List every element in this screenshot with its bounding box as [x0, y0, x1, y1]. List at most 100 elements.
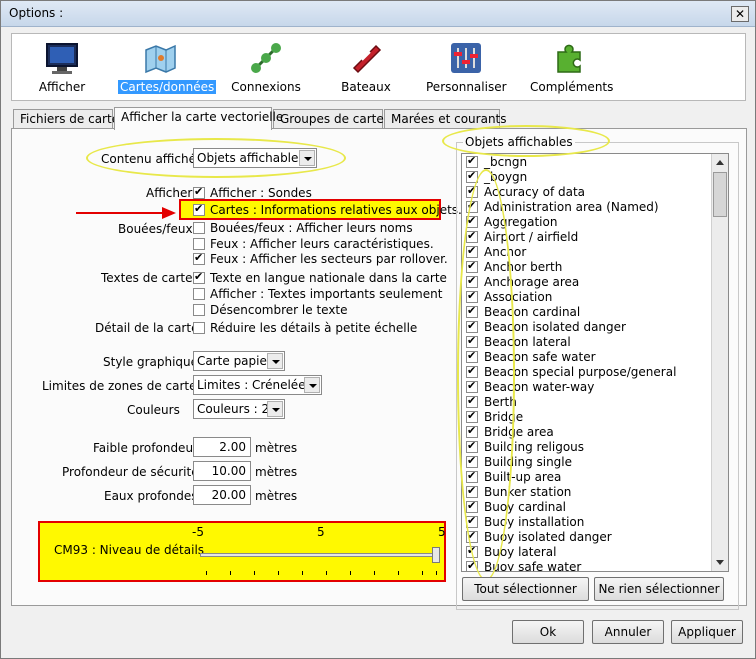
object-checkbox[interactable] — [466, 439, 478, 453]
tab-fichiers-de-carte[interactable]: Fichiers de carte — [13, 109, 119, 129]
object-checkbox[interactable] — [466, 169, 478, 183]
select-all-button[interactable]: Tout sélectionner — [462, 577, 589, 601]
object-checkbox[interactable] — [466, 289, 478, 303]
toolbar-personnaliser[interactable]: Personnaliser — [424, 40, 508, 94]
limites-value: Limites : Crénelées — [197, 378, 312, 392]
desencombrer-checkbox[interactable] — [193, 304, 205, 316]
toolbar-label: Personnaliser — [426, 80, 507, 94]
object-label: Berth — [484, 395, 517, 409]
category-toolbar: Afficher Cartes/données Connexions Batea… — [11, 33, 746, 101]
object-label: Bunker station — [484, 485, 572, 499]
limites-label: Limites de zones de cartes — [42, 379, 203, 393]
object-checkbox[interactable] — [466, 514, 478, 528]
slider-tick — [350, 571, 351, 575]
object-label: Anchor — [484, 245, 527, 259]
object-checkbox[interactable] — [466, 259, 478, 273]
object-checkbox[interactable] — [466, 469, 478, 483]
object-label: Anchor berth — [484, 260, 563, 274]
object-checkbox[interactable] — [466, 409, 478, 423]
contenu-label: Contenu affiché — [101, 152, 196, 166]
bouees-noms-checkbox[interactable] — [193, 222, 205, 234]
object-checkbox[interactable] — [466, 484, 478, 498]
profondes-input[interactable]: 20.00 — [193, 485, 251, 505]
object-checkbox[interactable] — [466, 394, 478, 408]
tab-carte-vectorielle[interactable]: Afficher la carte vectorielle — [114, 107, 283, 130]
textes-importants-checkbox[interactable] — [193, 288, 205, 300]
couleurs-value: Couleurs : 2 — [197, 402, 270, 416]
toolbar-bateaux[interactable]: Bateaux — [324, 40, 408, 94]
object-label: Building single — [484, 455, 573, 469]
charts-icon — [145, 44, 176, 74]
connections-icon — [251, 43, 281, 73]
object-label: Bridge area — [484, 425, 554, 439]
profondes-label: Eaux profondes — [104, 489, 198, 503]
object-checkbox[interactable] — [466, 199, 478, 213]
style-dropdown[interactable]: Carte papier — [193, 351, 285, 371]
feux-carac-label: Feux : Afficher leurs caractéristiques. — [210, 237, 434, 251]
toolbar-connexions[interactable]: Connexions — [224, 40, 308, 94]
object-checkbox[interactable] — [466, 214, 478, 228]
couleurs-dropdown[interactable]: Couleurs : 2 — [193, 399, 285, 419]
cm93-highlight: -5 5 5 CM93 : Niveau de détails — [38, 521, 446, 582]
apply-button[interactable]: Appliquer — [671, 620, 743, 644]
object-checkbox[interactable] — [466, 454, 478, 468]
cm93-slider-thumb[interactable] — [432, 547, 440, 563]
toolbar-label: Bateaux — [341, 80, 391, 94]
object-checkbox[interactable] — [466, 319, 478, 333]
securite-input[interactable]: 10.00 — [193, 461, 251, 481]
scroll-up-icon[interactable] — [713, 155, 728, 170]
toolbar-label: Connexions — [231, 80, 301, 94]
object-checkbox[interactable] — [466, 334, 478, 348]
objects-scrollbar[interactable] — [711, 154, 728, 571]
object-checkbox[interactable] — [466, 229, 478, 243]
toolbar-afficher[interactable]: Afficher — [20, 40, 104, 94]
feux-secteurs-label: Feux : Afficher les secteurs par rollove… — [210, 252, 448, 266]
object-checkbox[interactable] — [466, 424, 478, 438]
chevron-down-icon — [299, 150, 315, 166]
cm93-slider-track[interactable] — [200, 553, 440, 557]
limites-dropdown[interactable]: Limites : Crénelées — [193, 375, 322, 395]
object-checkbox[interactable] — [466, 304, 478, 318]
title-bar: Options : ✕ — [1, 1, 755, 27]
toolbar-complements[interactable]: Compléments — [528, 40, 613, 94]
object-checkbox[interactable] — [466, 544, 478, 558]
faible-input[interactable]: 2.00 — [193, 437, 251, 457]
objects-group-label: Objets affichables — [463, 135, 575, 149]
object-checkbox[interactable] — [466, 559, 478, 571]
object-checkbox[interactable] — [466, 499, 478, 513]
textes-langue-checkbox[interactable] — [193, 270, 205, 284]
tab-groupes-de-cartes[interactable]: Groupes de cartes — [273, 109, 390, 129]
sondes-checkbox[interactable] — [193, 185, 205, 199]
object-label: Buoy isolated danger — [484, 530, 612, 544]
textes-langue-label: Texte en langue nationale dans la carte — [210, 271, 447, 285]
object-checkbox[interactable] — [466, 154, 478, 168]
reduire-checkbox[interactable] — [193, 322, 205, 334]
object-label: Beacon safe water — [484, 350, 596, 364]
object-checkbox[interactable] — [466, 274, 478, 288]
object-checkbox[interactable] — [466, 529, 478, 543]
object-checkbox[interactable] — [466, 184, 478, 198]
object-label: Aggregation — [484, 215, 558, 229]
cancel-button[interactable]: Annuler — [592, 620, 664, 644]
scroll-down-icon[interactable] — [713, 555, 728, 570]
tab-marees-et-courants[interactable]: Marées et courants — [384, 109, 507, 129]
object-checkbox[interactable] — [466, 349, 478, 363]
scroll-thumb[interactable] — [713, 172, 727, 217]
object-checkbox[interactable] — [466, 379, 478, 393]
boat-icon — [352, 44, 382, 74]
objects-list[interactable]: _bcngn_boygnAccuracy of dataAdministrati… — [461, 153, 729, 572]
object-checkbox[interactable] — [466, 244, 478, 258]
object-label: _boygn — [484, 170, 528, 184]
object-checkbox[interactable] — [466, 364, 478, 378]
feux-secteurs-checkbox[interactable] — [193, 251, 205, 265]
cartes-info-checkbox[interactable] — [193, 202, 205, 216]
style-value: Carte papier — [197, 354, 272, 368]
select-none-button[interactable]: Ne rien sélectionner — [594, 577, 724, 601]
toolbar-cartes[interactable]: Cartes/données — [118, 40, 217, 94]
feux-carac-checkbox[interactable] — [193, 238, 205, 250]
unit-label: mètres — [255, 465, 298, 479]
contenu-dropdown[interactable]: Objets affichables — [193, 148, 317, 168]
chevron-down-icon — [304, 377, 320, 393]
close-button[interactable]: ✕ — [731, 6, 749, 22]
ok-button[interactable]: Ok — [512, 620, 584, 644]
